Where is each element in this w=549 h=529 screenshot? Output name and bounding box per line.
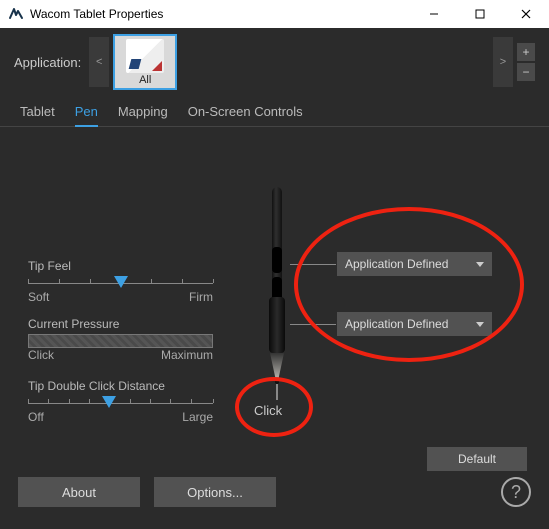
app-prev-button[interactable]: <	[89, 37, 109, 87]
tab-onscreen-controls[interactable]: On-Screen Controls	[188, 100, 303, 126]
current-pressure-bar	[28, 334, 213, 348]
pen-lower-button-dropdown[interactable]: Application Defined	[337, 312, 492, 336]
tip-feel-left-label: Soft	[28, 290, 49, 304]
tip-feel-thumb[interactable]	[114, 276, 128, 288]
current-pressure-label: Current Pressure	[28, 317, 213, 331]
app-slot-all[interactable]: All	[113, 34, 177, 90]
app-add-button[interactable]: +	[517, 43, 535, 61]
pen-tip-label: Click	[254, 403, 282, 418]
tab-mapping[interactable]: Mapping	[118, 100, 168, 126]
maximize-button[interactable]	[457, 0, 503, 28]
footer: About Options... ?	[0, 467, 549, 517]
help-button[interactable]: ?	[501, 477, 531, 507]
tip-feel-label: Tip Feel	[28, 259, 213, 273]
pen-upper-button-dropdown[interactable]: Application Defined	[337, 252, 492, 276]
annotation-circle	[294, 207, 524, 362]
tip-feel-slider[interactable]	[28, 276, 213, 290]
wacom-logo-icon	[8, 6, 24, 22]
pen-tab-content: Tip Feel Soft Firm Current Pressure Clic…	[0, 127, 549, 467]
pressure-right-label: Maximum	[161, 348, 213, 362]
tab-pen[interactable]: Pen	[75, 100, 98, 127]
pressure-left-label: Click	[28, 348, 54, 362]
minimize-button[interactable]	[411, 0, 457, 28]
app-next-button[interactable]: >	[493, 37, 513, 87]
help-icon: ?	[511, 482, 521, 503]
titlebar: Wacom Tablet Properties	[0, 0, 549, 28]
dblclk-right-label: Large	[182, 410, 213, 424]
pen-lower-button-value: Application Defined	[345, 317, 448, 331]
app-slot-label: All	[139, 74, 151, 86]
tip-feel-right-label: Firm	[189, 290, 213, 304]
double-click-thumb[interactable]	[102, 396, 116, 408]
chevron-down-icon	[476, 262, 484, 267]
all-apps-icon	[126, 39, 164, 73]
options-button[interactable]: Options...	[154, 477, 276, 507]
connector-line-bottom	[290, 324, 336, 325]
tab-tablet[interactable]: Tablet	[20, 100, 55, 126]
double-click-slider[interactable]	[28, 396, 213, 410]
window-title: Wacom Tablet Properties	[30, 7, 163, 21]
pen-upper-button-graphic	[272, 247, 282, 273]
tab-bar: Tablet Pen Mapping On-Screen Controls	[0, 98, 549, 127]
chevron-down-icon	[476, 322, 484, 327]
dblclk-left-label: Off	[28, 410, 44, 424]
default-button[interactable]: Default	[427, 447, 527, 471]
about-button[interactable]: About	[18, 477, 140, 507]
app-remove-button[interactable]: −	[517, 63, 535, 81]
application-row: Application: < All > + −	[0, 28, 549, 98]
application-label: Application:	[14, 55, 81, 70]
double-click-label: Tip Double Click Distance	[28, 379, 213, 393]
close-button[interactable]	[503, 0, 549, 28]
pen-graphic	[263, 187, 291, 397]
pen-upper-button-value: Application Defined	[345, 257, 448, 271]
connector-line-top	[290, 264, 336, 265]
